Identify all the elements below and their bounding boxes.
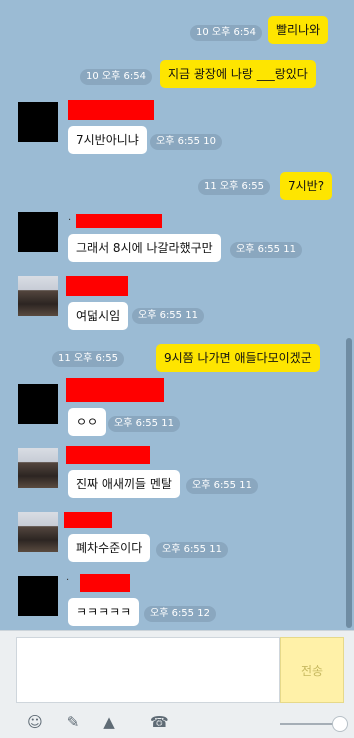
composer-toolbar: ☺ ✎ ▲ ☎ (0, 709, 354, 735)
font-size-slider[interactable] (280, 723, 338, 725)
image-icon[interactable]: ▲ (100, 713, 118, 731)
my-message[interactable]: 빨리나와 (268, 16, 329, 44)
message-meta: 10 오후 6:54 (80, 69, 152, 85)
other-message[interactable]: 그래서 8시에 나갈라했구만 (68, 234, 221, 262)
my-message[interactable]: 9시쯤 나가면 애들다모이겠군 (156, 344, 320, 372)
sender-name-redacted (64, 512, 112, 528)
sender-name-redacted (76, 214, 162, 228)
message-meta: 11 오후 6:55 (198, 179, 270, 195)
other-message[interactable]: 폐차수준이다 (68, 534, 151, 562)
other-message[interactable]: 7시반아니냐 (68, 126, 147, 154)
message-meta: 오후 6:55 11 (156, 542, 228, 558)
message-meta: 오후 6:55 11 (132, 308, 204, 324)
scrollbar[interactable] (346, 338, 352, 628)
my-message[interactable]: 7시반? (280, 172, 333, 200)
phone-icon[interactable]: ☎ (150, 713, 169, 731)
message-meta: 오후 6:55 10 (150, 134, 222, 150)
message-meta: 오후 6:55 11 (108, 416, 180, 432)
sender-dot: . (68, 212, 72, 223)
other-message[interactable]: ㅇㅇ (68, 408, 107, 436)
sender-name-redacted (66, 276, 128, 296)
my-message[interactable]: 지금 광장에 나랑 ___랑있다 (160, 60, 316, 88)
other-message[interactable]: 여덟시임 (68, 302, 129, 330)
message-meta: 11 오후 6:55 (52, 351, 124, 367)
sender-name-redacted (68, 100, 154, 120)
chat-area[interactable]: 10 오후 6:54 빨리나와 10 오후 6:54 지금 광장에 나랑 ___… (0, 0, 354, 630)
other-message[interactable]: ㅋㅋㅋㅋㅋ (68, 598, 140, 626)
smile-icon[interactable]: ☺ (26, 713, 44, 731)
other-message[interactable]: 진짜 애새끼들 멘탈 (68, 470, 180, 498)
message-meta: 오후 6:55 12 (144, 606, 216, 622)
message-meta: 오후 6:55 11 (186, 478, 258, 494)
sender-name-redacted (66, 378, 164, 402)
sender-name-redacted (80, 574, 130, 592)
message-meta: 오후 6:55 11 (230, 242, 302, 258)
composer: 전송 ☺ ✎ ▲ ☎ (0, 630, 354, 738)
send-button[interactable]: 전송 (280, 637, 344, 703)
sender-dot: . (66, 572, 70, 583)
message-meta: 10 오후 6:54 (190, 25, 262, 41)
sender-name-redacted (66, 446, 150, 464)
paperclip-icon[interactable]: ✎ (64, 713, 82, 731)
message-input[interactable] (16, 637, 280, 703)
slider-knob[interactable] (332, 716, 348, 732)
